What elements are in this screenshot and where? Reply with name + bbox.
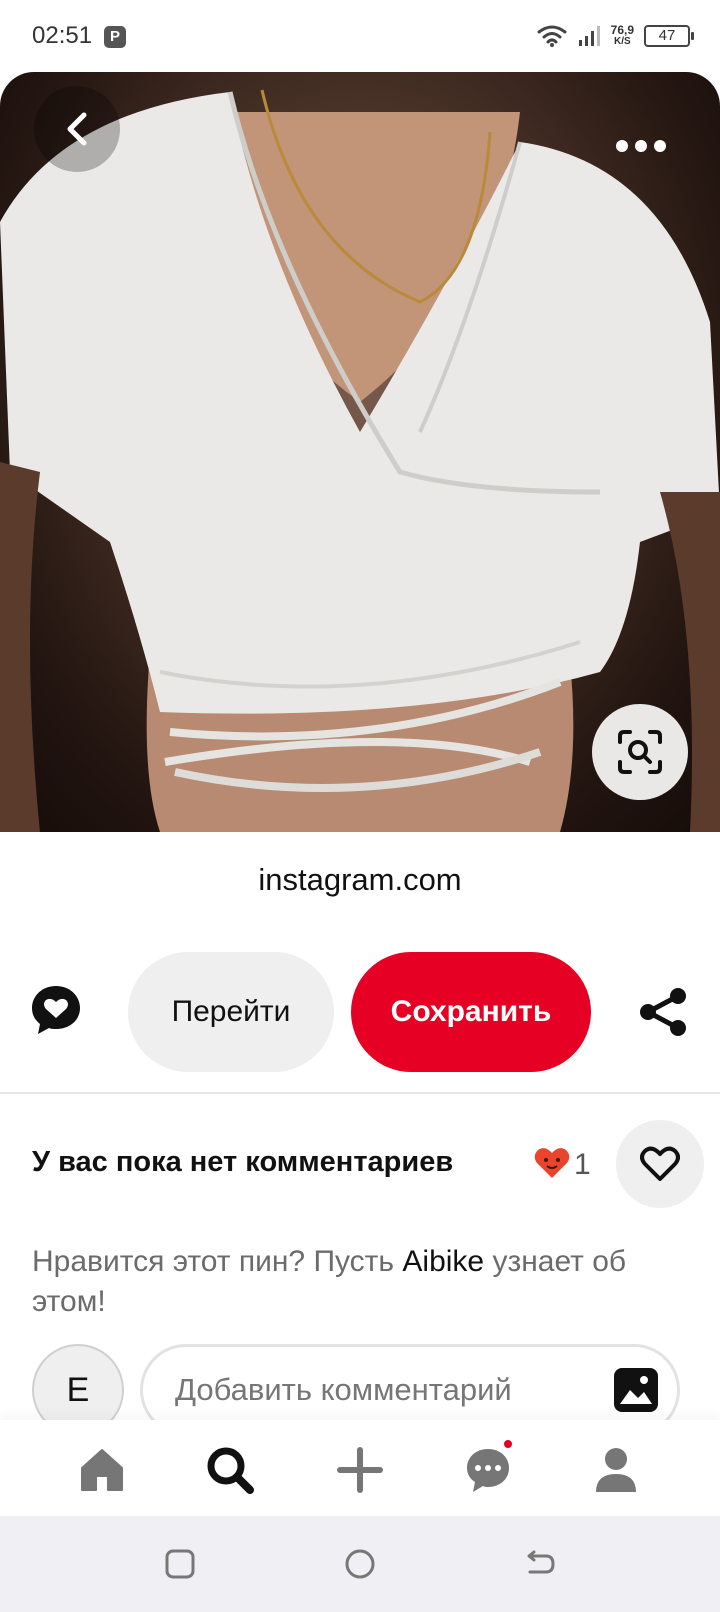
nav-search[interactable]	[202, 1442, 258, 1498]
image-icon	[614, 1368, 658, 1412]
reaction-count: 1	[574, 1148, 591, 1181]
messages-icon	[467, 1449, 509, 1492]
home-icon	[81, 1449, 123, 1491]
network-speed: 76,9 K/S	[611, 24, 634, 48]
network-speed-unit: K/S	[613, 36, 631, 47]
square-icon	[165, 1549, 195, 1579]
speech-bubble-heart-icon	[32, 986, 80, 1034]
more-dots-icon	[616, 140, 666, 152]
status-bar: 02:51 P 76,9 K/S 47	[0, 0, 720, 72]
plus-icon	[337, 1447, 383, 1493]
home-system-button[interactable]	[342, 1546, 378, 1582]
nav-create[interactable]	[332, 1442, 388, 1498]
network-speed-value: 76,9	[610, 23, 634, 37]
comment-reaction-button[interactable]	[28, 982, 84, 1038]
nav-profile[interactable]	[588, 1442, 644, 1498]
signal-icon	[578, 26, 600, 46]
save-button[interactable]: Сохранить	[351, 952, 591, 1072]
system-navigation-bar	[0, 1516, 720, 1612]
wifi-icon	[537, 25, 567, 47]
more-options-button[interactable]	[606, 128, 676, 164]
heart-face-reaction-icon	[534, 1148, 570, 1178]
section-divider	[0, 1092, 720, 1094]
nav-messages[interactable]	[460, 1438, 516, 1498]
battery-indicator: 47	[644, 25, 694, 47]
back-system-button[interactable]	[522, 1546, 558, 1582]
pin-action-row: Перейти Сохранить	[0, 952, 720, 1072]
share-icon	[640, 988, 686, 1036]
circle-icon	[345, 1549, 375, 1579]
pin-source-link[interactable]: instagram.com	[0, 862, 720, 898]
recent-apps-button[interactable]	[162, 1546, 198, 1582]
back-arrow-icon	[527, 1550, 555, 1574]
nav-home[interactable]	[74, 1442, 130, 1498]
comments-hint-text: Нравится этот пин? Пусть	[32, 1245, 403, 1278]
comments-title: У вас пока нет комментариев	[32, 1146, 454, 1178]
chevron-left-icon	[67, 112, 87, 146]
pin-author-name[interactable]: Aibike	[402, 1245, 484, 1278]
status-time: 02:51	[32, 22, 93, 49]
back-button[interactable]	[34, 86, 120, 172]
unread-badge	[502, 1438, 514, 1450]
share-button[interactable]	[638, 986, 690, 1038]
comments-hint: Нравится этот пин? Пусть Aibike узнает о…	[32, 1242, 692, 1322]
profile-icon	[596, 1448, 636, 1492]
visual-search-button[interactable]	[592, 704, 688, 800]
add-photo-button[interactable]	[612, 1366, 660, 1414]
visit-button[interactable]: Перейти	[128, 952, 334, 1072]
heart-outline-icon	[640, 1146, 680, 1181]
visual-search-icon	[618, 730, 662, 774]
like-button[interactable]	[616, 1120, 704, 1208]
status-indicators: 76,9 K/S 47	[537, 20, 694, 52]
bottom-navigation	[0, 1420, 720, 1516]
notification-app-icon: P	[104, 26, 126, 48]
search-icon	[207, 1447, 254, 1494]
